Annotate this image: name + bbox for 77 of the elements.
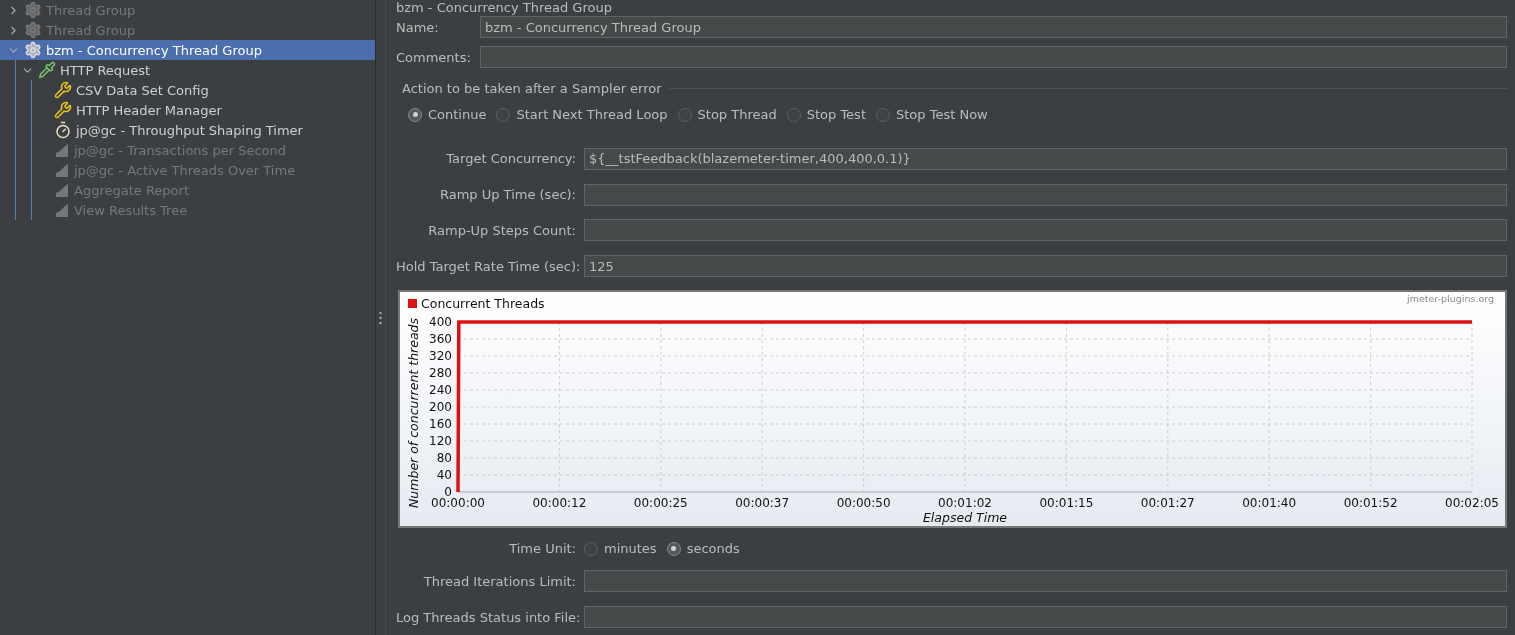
y-tick-label: 40 xyxy=(436,468,452,483)
chart-icon xyxy=(54,182,70,198)
radio-circle[interactable] xyxy=(677,107,692,122)
field-label: Comments: xyxy=(396,49,472,65)
radio-button[interactable]: Stop Test xyxy=(786,107,866,123)
radio-label: Stop Test xyxy=(806,107,866,123)
tree-item[interactable]: bzm - Concurrency Thread Group xyxy=(0,40,375,60)
timer-icon xyxy=(54,121,72,139)
radio-label: minutes xyxy=(604,541,657,557)
chart-icon xyxy=(54,162,70,178)
name-field[interactable]: bzm - Concurrency Thread Group xyxy=(480,16,1507,38)
y-tick-label: 400 xyxy=(429,315,452,330)
radio-button[interactable]: minutes xyxy=(584,541,657,557)
y-tick-label: 120 xyxy=(429,434,452,449)
wrench-icon xyxy=(54,101,72,119)
radio-circle[interactable] xyxy=(786,107,801,122)
watermark-text: jmeter-plugins.org xyxy=(1407,293,1494,305)
text-field[interactable]: 125 xyxy=(584,255,1507,278)
x-tick-label: 00:01:52 xyxy=(1343,496,1398,511)
field-label: Name: xyxy=(396,19,440,35)
splitter-grip-icon[interactable] xyxy=(379,310,382,325)
comments-field[interactable] xyxy=(480,46,1507,69)
text-field[interactable] xyxy=(584,219,1507,242)
radio-circle[interactable] xyxy=(584,541,598,556)
y-tick-label: 280 xyxy=(429,366,452,381)
x-tick-label: 00:00:12 xyxy=(532,496,587,511)
radio-circle[interactable] xyxy=(408,107,422,122)
field-label: Ramp Up Time (sec): xyxy=(438,187,576,202)
radio-label: Stop Thread xyxy=(697,107,777,123)
tree-item[interactable]: HTTP Header Manager xyxy=(32,100,375,120)
x-tick-label: 00:02:05 xyxy=(1445,496,1499,511)
y-tick-label: 360 xyxy=(429,332,452,347)
text-field[interactable] xyxy=(584,570,1507,593)
y-tick-label: 160 xyxy=(429,417,452,432)
field-label: Ramp-Up Steps Count: xyxy=(427,222,576,238)
radio-circle[interactable] xyxy=(496,107,511,122)
wrench-icon xyxy=(54,81,72,99)
pipette-icon xyxy=(38,61,56,79)
y-axis-title: Number of concurrent threads xyxy=(406,318,421,509)
group-legend: Action to be taken after a Sampler error xyxy=(396,80,662,96)
radio-label: Stop Test Now xyxy=(896,107,988,123)
y-tick-label: 320 xyxy=(429,349,452,364)
x-tick-label: 00:01:02 xyxy=(938,496,992,511)
gear-icon xyxy=(24,41,42,59)
x-tick-label: 00:00:50 xyxy=(836,496,891,511)
radio-circle[interactable] xyxy=(666,541,681,556)
x-tick-label: 00:01:40 xyxy=(1242,496,1297,511)
field-label: Time Unit: xyxy=(508,541,576,557)
tree-item[interactable]: HTTP Request xyxy=(16,60,375,80)
radio-button[interactable]: seconds xyxy=(666,541,740,557)
x-tick-label: 00:01:27 xyxy=(1140,496,1195,511)
x-tick-label: 00:01:15 xyxy=(1039,496,1094,511)
y-tick-label: 80 xyxy=(436,451,452,466)
radio-label: Continue xyxy=(428,107,487,123)
radio-circle[interactable] xyxy=(876,107,890,122)
radio-label: seconds xyxy=(686,541,740,557)
gear-icon xyxy=(24,1,42,19)
panel-title: bzm - Concurrency Thread Group xyxy=(396,0,613,16)
legend-label: Concurrent Threads xyxy=(421,296,545,312)
gear-icon xyxy=(24,21,42,39)
text-field[interactable] xyxy=(584,606,1507,629)
radio-button[interactable]: Stop Test Now xyxy=(876,107,988,123)
radio-button[interactable]: Continue xyxy=(408,107,487,123)
text-field[interactable]: ${__tstFeedback(blazemeter-timer,400,400,0.1)} xyxy=(584,147,1507,170)
x-tick-label: 00:00:25 xyxy=(633,496,688,511)
chart-icon xyxy=(54,142,70,158)
field-label: Target Concurrency: xyxy=(445,151,576,167)
radio-button[interactable]: Stop Thread xyxy=(677,107,777,123)
field-label: Thread Iterations Limit: xyxy=(422,573,576,589)
chart-icon xyxy=(54,202,70,218)
y-tick-label: 200 xyxy=(429,400,452,415)
x-tick-label: 00:00:37 xyxy=(735,496,790,511)
tree-item[interactable]: jp@gc - Throughput Shaping Timer xyxy=(32,120,375,140)
y-tick-label: 240 xyxy=(429,383,452,398)
text-field[interactable] xyxy=(584,183,1507,206)
tree-item[interactable]: CSV Data Set Config xyxy=(32,80,375,100)
x-axis-title: Elapsed Time xyxy=(922,510,1008,526)
